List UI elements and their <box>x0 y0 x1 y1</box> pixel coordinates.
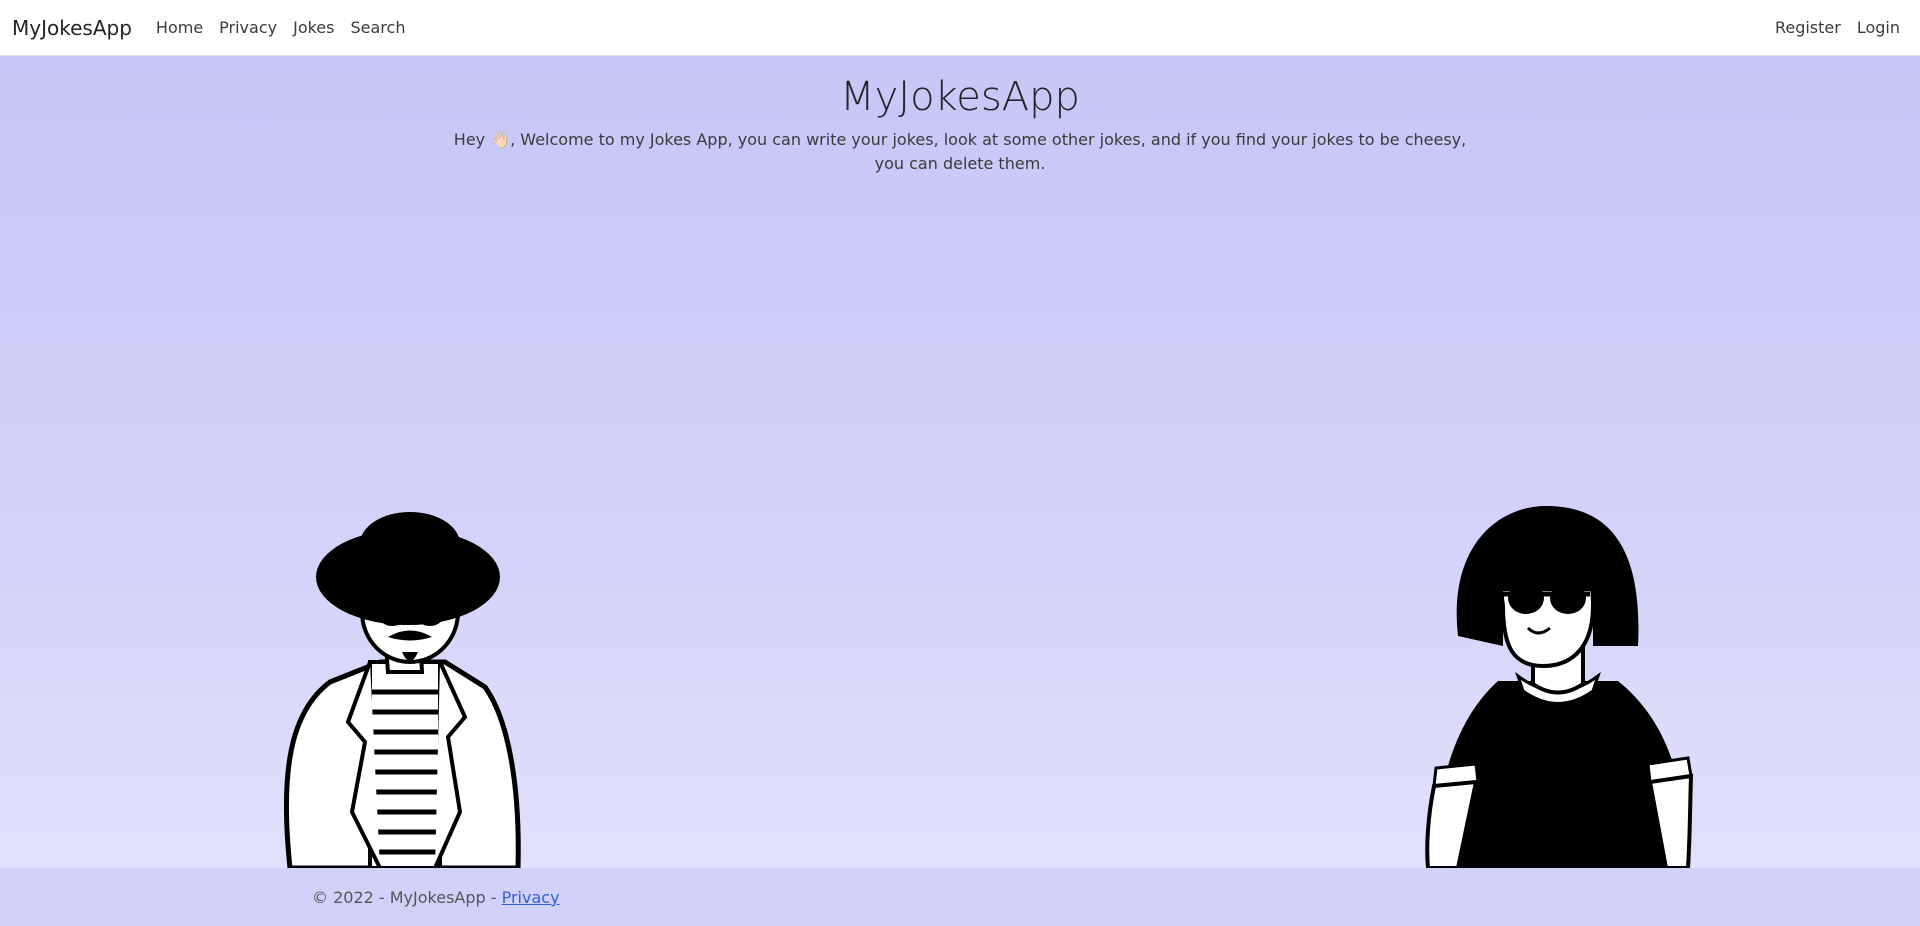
nav-link-login[interactable]: Login <box>1857 18 1900 37</box>
nav-link-search[interactable]: Search <box>350 18 405 37</box>
nav-link-privacy[interactable]: Privacy <box>219 18 277 37</box>
nav-link-jokes[interactable]: Jokes <box>293 18 334 37</box>
page-title: MyJokesApp <box>840 74 1080 120</box>
footer-privacy-link[interactable]: Privacy <box>502 888 560 907</box>
welcome-text: Hey 👋🏻, Welcome to my Jokes App, you can… <box>453 130 1467 173</box>
man-with-hat-illustration <box>283 512 521 868</box>
footer-copyright: © 2022 - MyJokesApp - <box>312 887 502 907</box>
nav-link-register[interactable]: Register <box>1775 18 1841 37</box>
footer: © 2022 - MyJokesApp - Privacy <box>0 868 1920 926</box>
woman-with-sunglasses-illustration <box>1425 506 1694 868</box>
nav-link-home[interactable]: Home <box>156 18 203 37</box>
top-navbar: MyJokesApp Home Privacy Jokes Search Reg… <box>0 0 1920 56</box>
hero-section: MyJokesApp Hey 👋🏻, Welcome to my Jokes A… <box>0 56 1920 868</box>
footer-content: © 2022 - MyJokesApp - Privacy <box>312 888 560 907</box>
nav-right: Register Login <box>1759 18 1900 37</box>
brand-link[interactable]: MyJokesApp <box>12 16 132 40</box>
nav-left: MyJokesApp Home Privacy Jokes Search <box>0 16 421 40</box>
